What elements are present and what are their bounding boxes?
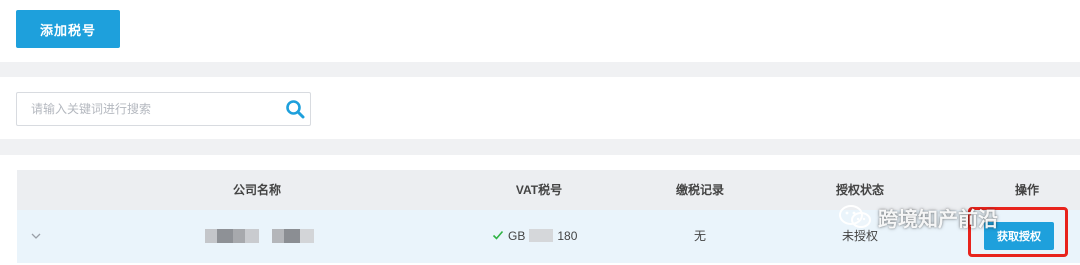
search-input[interactable] xyxy=(17,93,277,125)
chevron-down-icon[interactable] xyxy=(30,230,42,242)
vat-redacted xyxy=(529,229,554,242)
column-header-company: 公司名称 xyxy=(232,183,281,197)
table-header: 公司名称 VAT税号 缴税记录 授权状态 操作 xyxy=(17,170,1080,210)
column-header-auth-status: 授权状态 xyxy=(835,183,884,197)
toolbar-panel xyxy=(0,0,1080,62)
vat-number: GB 180 xyxy=(492,210,577,263)
vat-suffix: 180 xyxy=(557,229,578,243)
tax-record: 无 xyxy=(693,229,706,243)
column-header-tax-record: 缴税记录 xyxy=(675,183,724,197)
column-header-vat: VAT税号 xyxy=(515,183,563,197)
auth-status: 未授权 xyxy=(841,229,878,243)
table-row: GB 180 无 未授权 xyxy=(17,210,1080,263)
add-tax-number-button[interactable]: 添加税号 xyxy=(16,10,120,48)
search-box xyxy=(16,92,311,126)
column-header-action: 操作 xyxy=(1014,183,1039,197)
vat-prefix: GB xyxy=(508,229,526,243)
search-icon[interactable] xyxy=(285,99,305,119)
check-icon xyxy=(492,230,504,240)
get-authorization-button[interactable]: 获取授权 xyxy=(984,222,1054,250)
